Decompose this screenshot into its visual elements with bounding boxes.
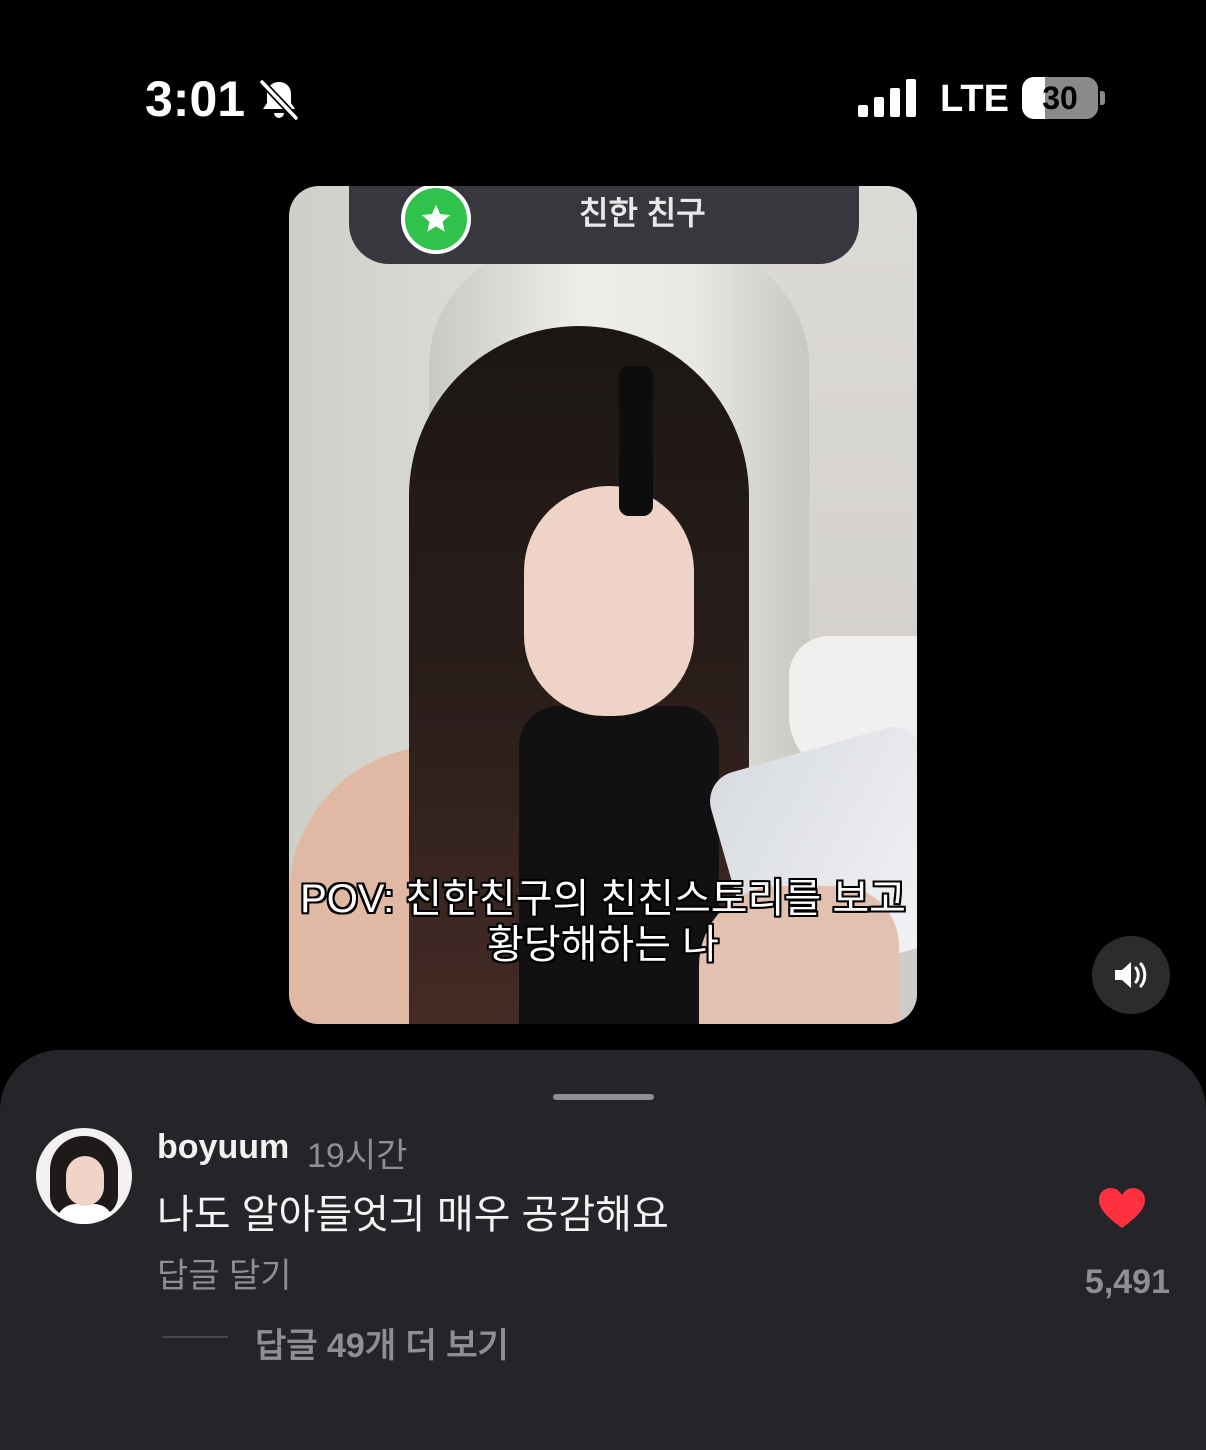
replies-divider <box>162 1336 228 1338</box>
network-type: LTE <box>940 78 1009 120</box>
close-friends-label: 친한 친구 <box>579 195 706 231</box>
heart-icon[interactable] <box>1097 1186 1147 1230</box>
sheet-grab-handle[interactable] <box>553 1094 654 1100</box>
comment-text: 나도 알아들엇긔 매우 공감해요 <box>157 1193 669 1237</box>
mute-toggle-button[interactable] <box>1092 936 1170 1014</box>
caption-line-1: POV: 친한친구의 친친스토리를 보고 <box>300 877 906 921</box>
video-hair-clip <box>619 366 653 516</box>
star-icon <box>401 186 471 254</box>
comment-username[interactable]: boyuum <box>157 1128 289 1167</box>
status-time: 3:01 <box>145 71 246 127</box>
comment-timestamp: 19시간 <box>307 1137 408 1175</box>
battery-percent: 30 <box>1042 80 1078 116</box>
like-count: 5,491 <box>1084 1263 1170 1301</box>
video-person-top <box>519 706 719 1024</box>
avatar[interactable] <box>36 1128 132 1224</box>
bell-slash-icon <box>259 79 299 121</box>
battery-icon: 30 <box>1022 77 1098 119</box>
close-friends-banner: 친한 친구 <box>349 186 859 264</box>
video-person-face <box>524 486 694 716</box>
caption-line-2: 황당해하는 나 <box>487 923 719 967</box>
signal-icon <box>858 79 916 117</box>
battery-tip <box>1100 91 1105 105</box>
view-replies-button[interactable]: 답글 49개 더 보기 <box>255 1318 509 1367</box>
speaker-icon <box>1115 962 1147 988</box>
video-caption: POV: 친한친구의 친친스토리를 보고 황당해하는 나 <box>289 876 917 968</box>
reply-button[interactable]: 답글 달기 <box>157 1248 292 1297</box>
reel-video[interactable]: 친한 친구 POV: 친한친구의 친친스토리를 보고 황당해하는 나 <box>289 186 917 1024</box>
status-bar: 3:01 LTE 30 <box>0 0 1206 190</box>
